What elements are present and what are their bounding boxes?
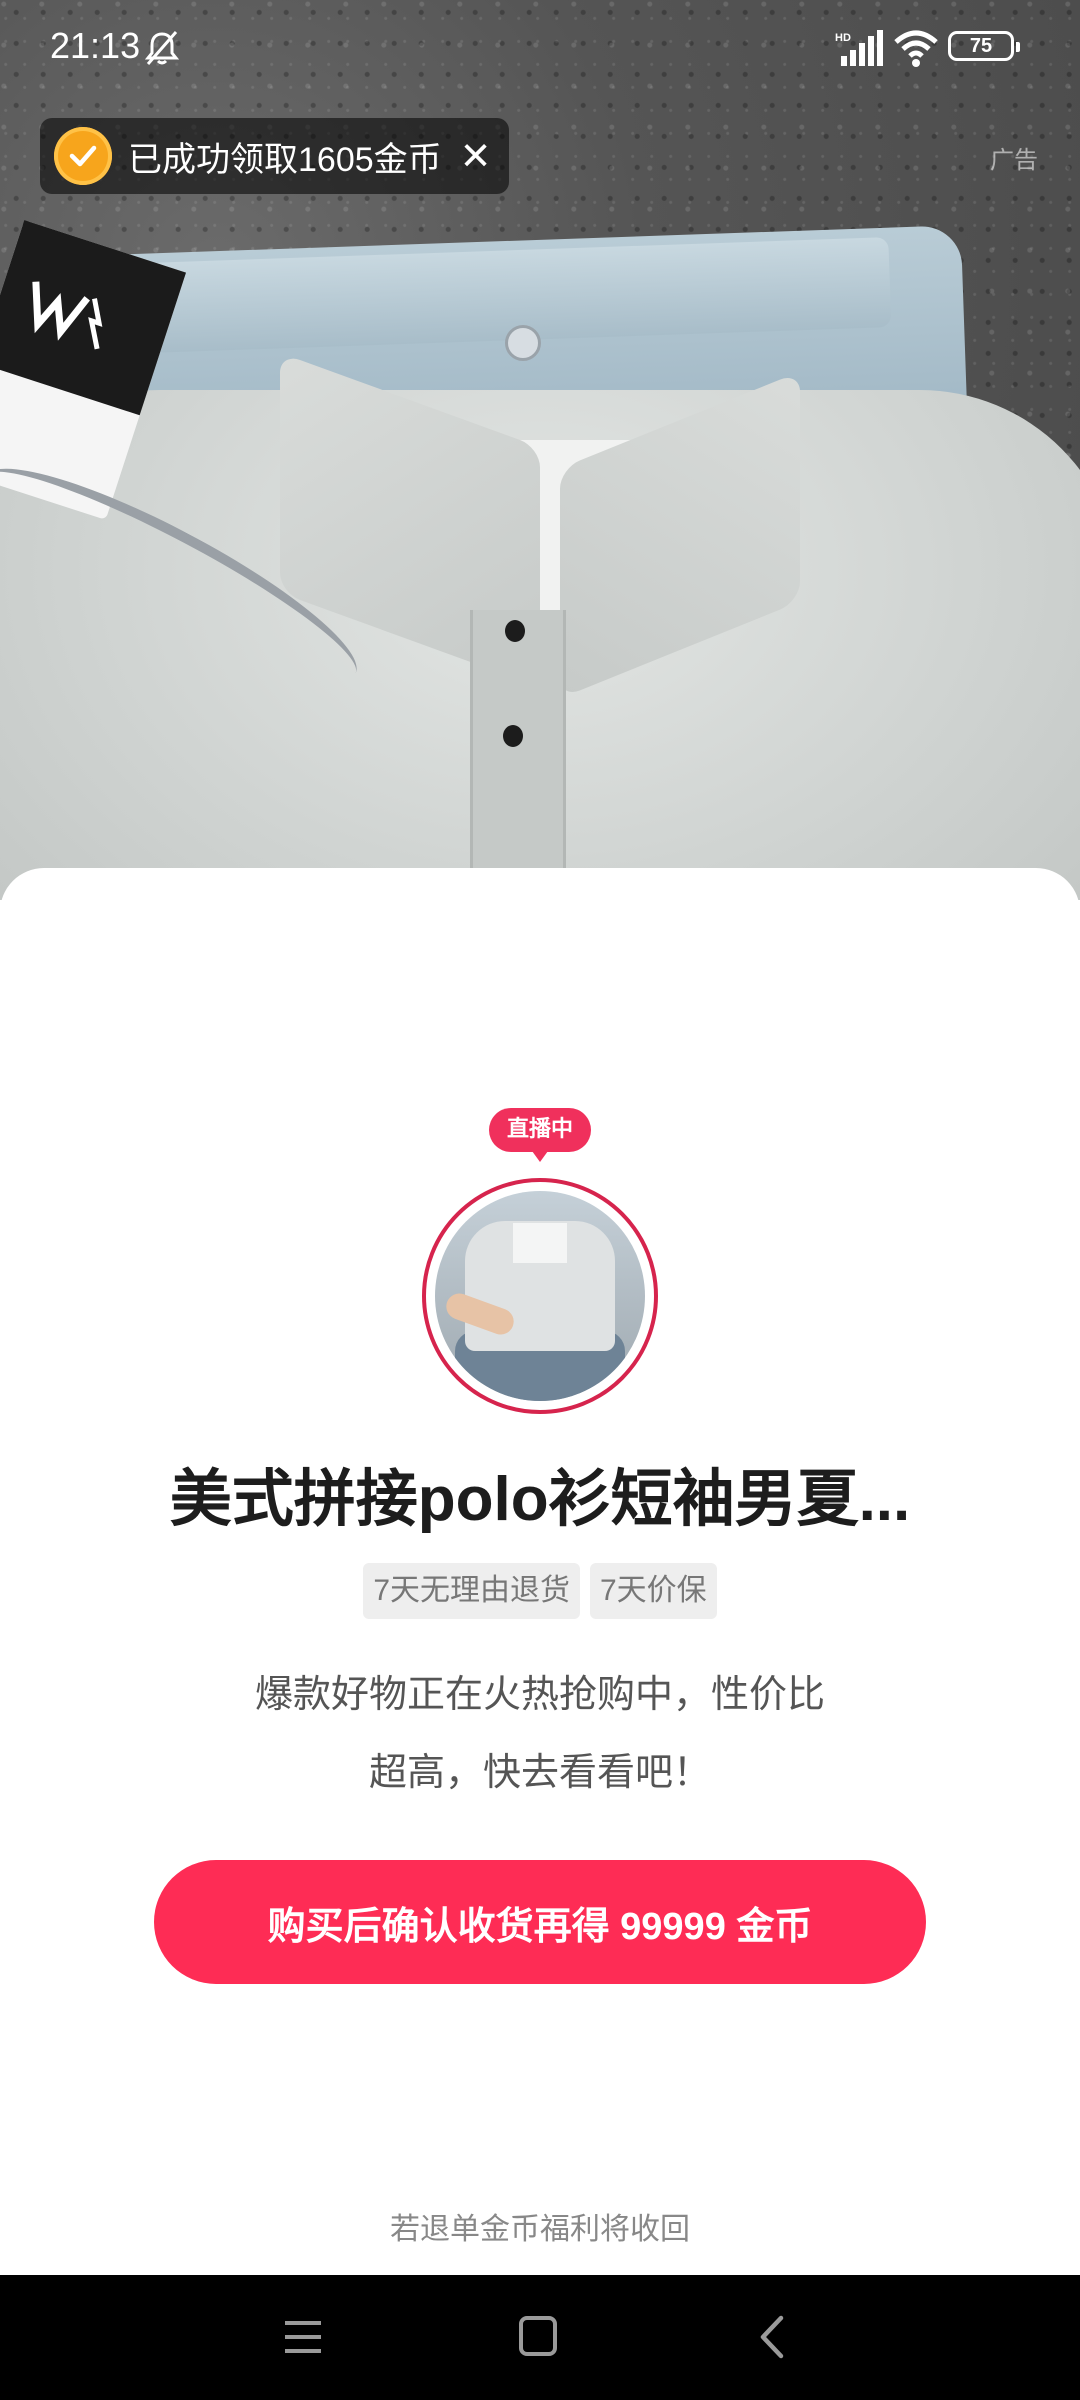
refund-footnote: 若退单金币福利将收回 <box>390 2213 690 2246</box>
avatar-collar-graphic <box>513 1223 567 1263</box>
description-line-1: 爆款好物正在火热抢购中，性价比 <box>254 1674 825 1716</box>
menu-icon[interactable] <box>283 2318 323 2356</box>
description-line-2: 超高，快去看看吧！ <box>368 1752 711 1794</box>
product-description: 爆款好物正在火热抢购中，性价比 超高，快去看看吧！ <box>200 1656 880 1812</box>
jeans-button-graphic <box>505 325 541 361</box>
check-circle-icon <box>54 127 112 185</box>
status-bar: 21:13 HD 75 <box>0 0 1080 92</box>
status-time: 21:13 <box>50 25 141 66</box>
back-icon[interactable] <box>757 2314 787 2360</box>
streamer-avatar[interactable] <box>422 1178 658 1414</box>
close-icon[interactable]: ✕ <box>460 137 492 175</box>
shirt-placket-graphic <box>470 610 566 900</box>
mute-icon <box>144 31 180 65</box>
avatar-image <box>435 1191 645 1401</box>
buy-cta-button[interactable]: 购买后确认收货再得 99999 金币 <box>154 1860 926 1984</box>
hd-signal-icon: HD <box>835 30 883 66</box>
shirt-button-graphic <box>503 725 523 747</box>
return-policy-tag: 7天无理由退货 <box>363 1563 580 1619</box>
ad-label: 广告 <box>990 146 1038 174</box>
wifi-icon <box>894 30 938 67</box>
shirt-button-graphic <box>505 620 525 642</box>
price-protection-tag: 7天价保 <box>590 1563 717 1619</box>
service-tags: 7天无理由退货 7天价保 <box>0 1563 1080 1619</box>
battery-icon: 75 <box>948 31 1020 61</box>
checkmark-icon <box>69 145 97 167</box>
coin-reward-toast: 已成功领取1605金币 ✕ <box>40 118 510 194</box>
live-badge: 直播中 <box>489 1108 591 1162</box>
home-icon[interactable] <box>519 2316 557 2356</box>
toast-message: 已成功领取1605金币 <box>128 140 442 179</box>
svg-text:HD: HD <box>835 32 851 44</box>
product-title: 美式拼接polo衫短袖男夏... <box>169 1465 911 1534</box>
